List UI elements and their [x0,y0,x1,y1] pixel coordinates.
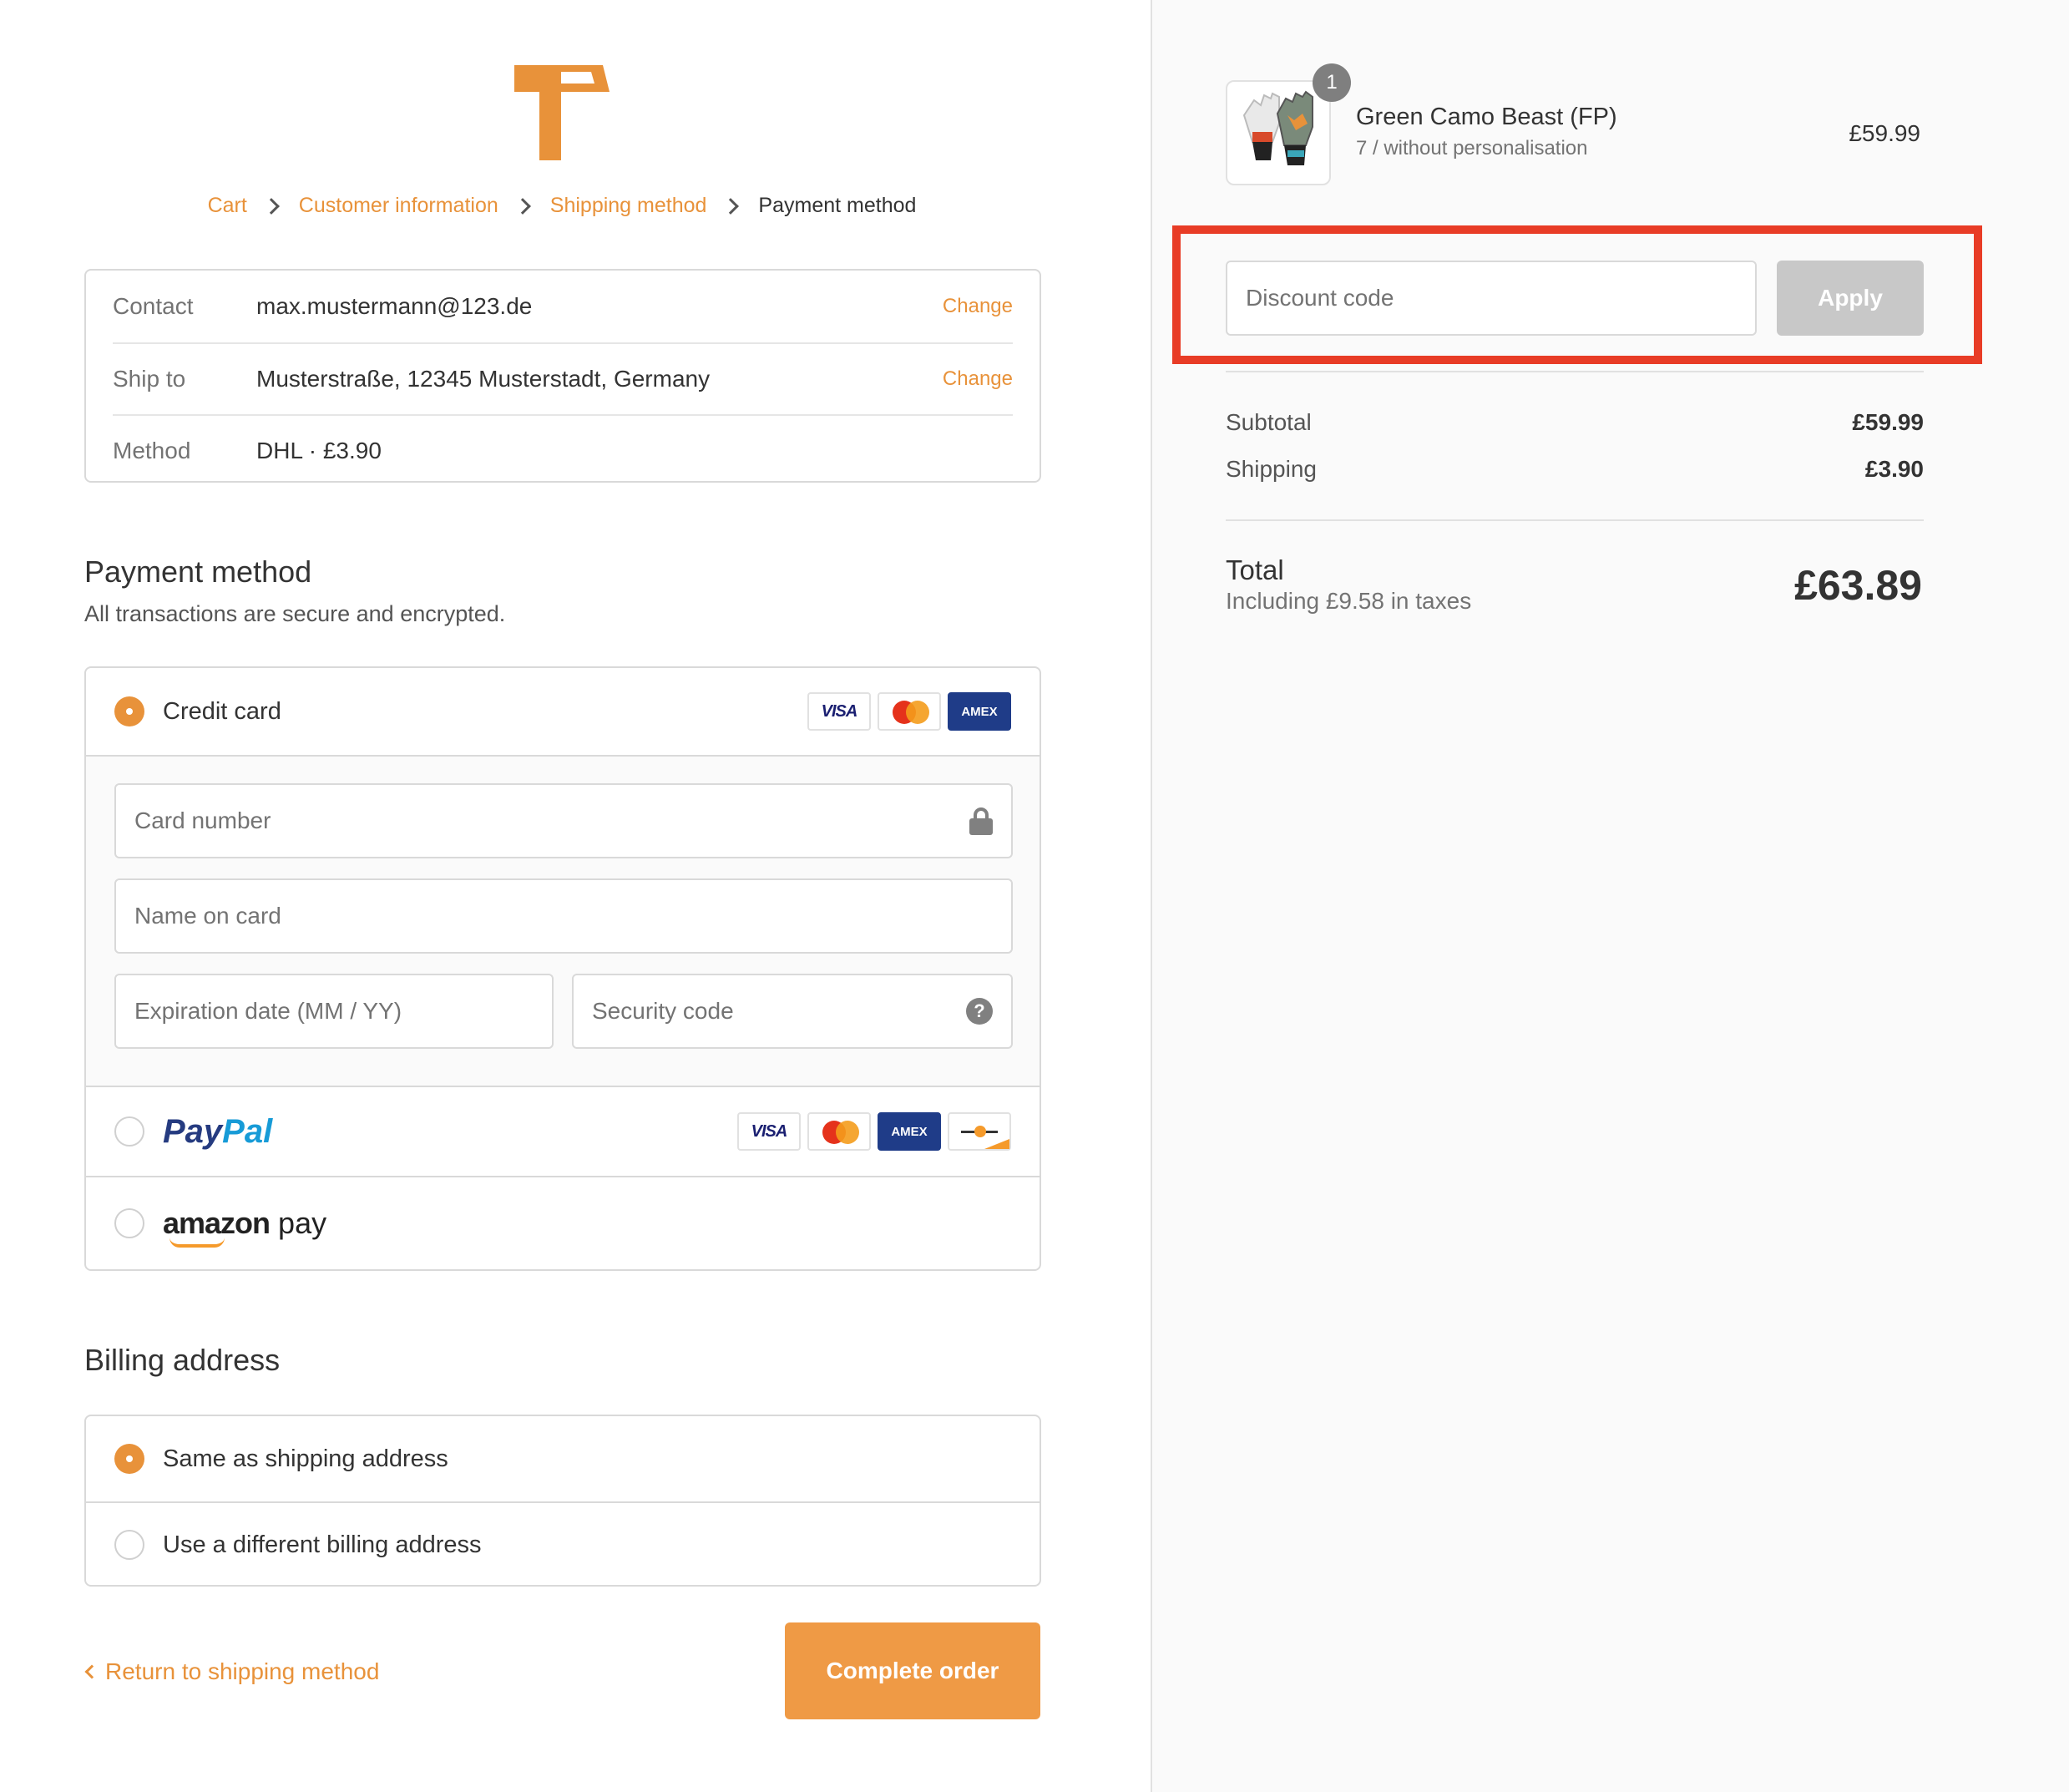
credit-card-radio[interactable] [114,696,144,726]
amazon-pay-logo: amazon pay [163,1206,326,1248]
chevron-left-icon [84,1664,99,1679]
product-price: £59.99 [1849,120,1920,146]
payment-options-box: Credit card VISA AMEX Card number Name o… [84,666,1041,1271]
different-address-label: Use a different billing address [163,1531,482,1558]
name-on-card-field[interactable]: Name on card [114,878,1013,954]
chevron-right-icon [513,197,531,215]
billing-option-different[interactable]: Use a different billing address [86,1501,1040,1587]
contact-value: max.mustermann@123.de [256,293,533,319]
paypal-radio[interactable] [114,1116,144,1147]
quantity-badge: 1 [1313,63,1351,102]
review-row-method: Method DHL · £3.90 [113,414,1013,486]
amex-icon: AMEX [878,1112,941,1151]
mastercard-icon [807,1112,871,1151]
lock-icon [969,807,993,835]
subtotal-value: £59.99 [1852,409,1924,435]
name-on-card-placeholder: Name on card [134,903,281,929]
security-code-placeholder: Security code [592,998,734,1024]
summary-divider [1226,371,1924,372]
ship-to-label: Ship to [113,366,186,392]
card-number-field[interactable]: Card number [114,783,1013,858]
product-variant: 7 / without personalisation [1356,137,1588,159]
billing-option-same[interactable]: Same as shipping address [86,1416,1040,1501]
tax-note: Including £9.58 in taxes [1226,588,1472,614]
review-row-contact: Contact max.mustermann@123.de Change [113,271,1013,342]
paypal-logo: PayPal [163,1112,273,1150]
visa-icon: VISA [807,692,871,731]
goalkeeper-glove-icon [1242,90,1313,165]
apply-discount-button[interactable]: Apply [1777,261,1924,336]
payment-option-paypal[interactable]: PayPal VISA AMEX [86,1087,1040,1177]
expiration-date-field[interactable]: Expiration date (MM / YY) [114,974,554,1049]
discover-icon [948,1112,1011,1151]
store-logo[interactable] [511,63,611,162]
payment-secure-note: All transactions are secure and encrypte… [84,601,506,626]
same-address-radio[interactable] [114,1444,144,1474]
subtotal-row: Subtotal £59.99 [1226,409,1924,436]
breadcrumb-shipping-method[interactable]: Shipping method [550,194,707,218]
breadcrumb-cart[interactable]: Cart [208,194,247,218]
chevron-right-icon [262,197,280,215]
checkout-main: Cart Customer information Shipping metho… [0,0,1151,1792]
product-thumbnail [1226,80,1331,185]
method-label: Method [113,438,191,463]
breadcrumb: Cart Customer information Shipping metho… [0,194,1124,218]
expiration-date-placeholder: Expiration date (MM / YY) [134,998,402,1024]
order-summary: 1 Green Camo Beast (FP) 7 / without pers… [1151,0,2069,1792]
different-address-radio[interactable] [114,1530,144,1560]
ship-to-value: Musterstraße, 12345 Musterstadt, Germany [256,366,711,392]
security-code-field[interactable]: Security code ? [572,974,1013,1049]
shipping-label: Shipping [1226,456,1317,482]
help-icon[interactable]: ? [966,998,993,1025]
chevron-right-icon [722,197,740,215]
card-number-placeholder: Card number [134,807,271,833]
change-ship-to-link[interactable]: Change [943,367,1013,391]
billing-address-box: Same as shipping address Use a different… [84,1415,1041,1587]
billing-address-heading: Billing address [84,1343,281,1377]
amex-icon: AMEX [948,692,1011,731]
total-value: £63.89 [1794,562,1922,609]
review-row-ship-to: Ship to Musterstraße, 12345 Musterstadt,… [113,342,1013,414]
subtotal-label: Subtotal [1226,409,1312,435]
complete-order-button[interactable]: Complete order [785,1622,1040,1719]
change-contact-link[interactable]: Change [943,295,1013,318]
accepted-cards: VISA AMEX [807,692,1011,731]
amazon-pay-radio[interactable] [114,1208,144,1238]
same-address-label: Same as shipping address [163,1445,448,1472]
payment-method-heading: Payment method [84,554,312,589]
product-name: Green Camo Beast (FP) [1356,104,1617,130]
shipping-value: £3.90 [1864,456,1924,482]
contact-label: Contact [113,293,194,319]
order-review-box: Contact max.mustermann@123.de Change Shi… [84,269,1041,483]
visa-icon: VISA [737,1112,801,1151]
method-value: DHL · £3.90 [256,438,382,463]
shipping-row: Shipping £3.90 [1226,456,1924,483]
total-label: Total [1226,554,1284,585]
return-to-shipping-link[interactable]: Return to shipping method [84,1658,380,1685]
credit-card-label: Credit card [163,697,281,725]
discount-code-input[interactable] [1226,261,1757,336]
mastercard-icon [878,692,941,731]
paypal-accepted-cards: VISA AMEX [737,1112,1011,1151]
credit-card-fields: Card number Name on card Expiration date… [86,755,1040,1087]
payment-option-amazon-pay[interactable]: amazon pay [86,1177,1040,1269]
breadcrumb-customer-information[interactable]: Customer information [299,194,498,218]
breadcrumb-payment-method: Payment method [758,194,917,217]
summary-divider [1226,519,1924,521]
return-to-shipping-label: Return to shipping method [105,1658,380,1684]
payment-option-credit-card[interactable]: Credit card VISA AMEX [86,668,1040,755]
